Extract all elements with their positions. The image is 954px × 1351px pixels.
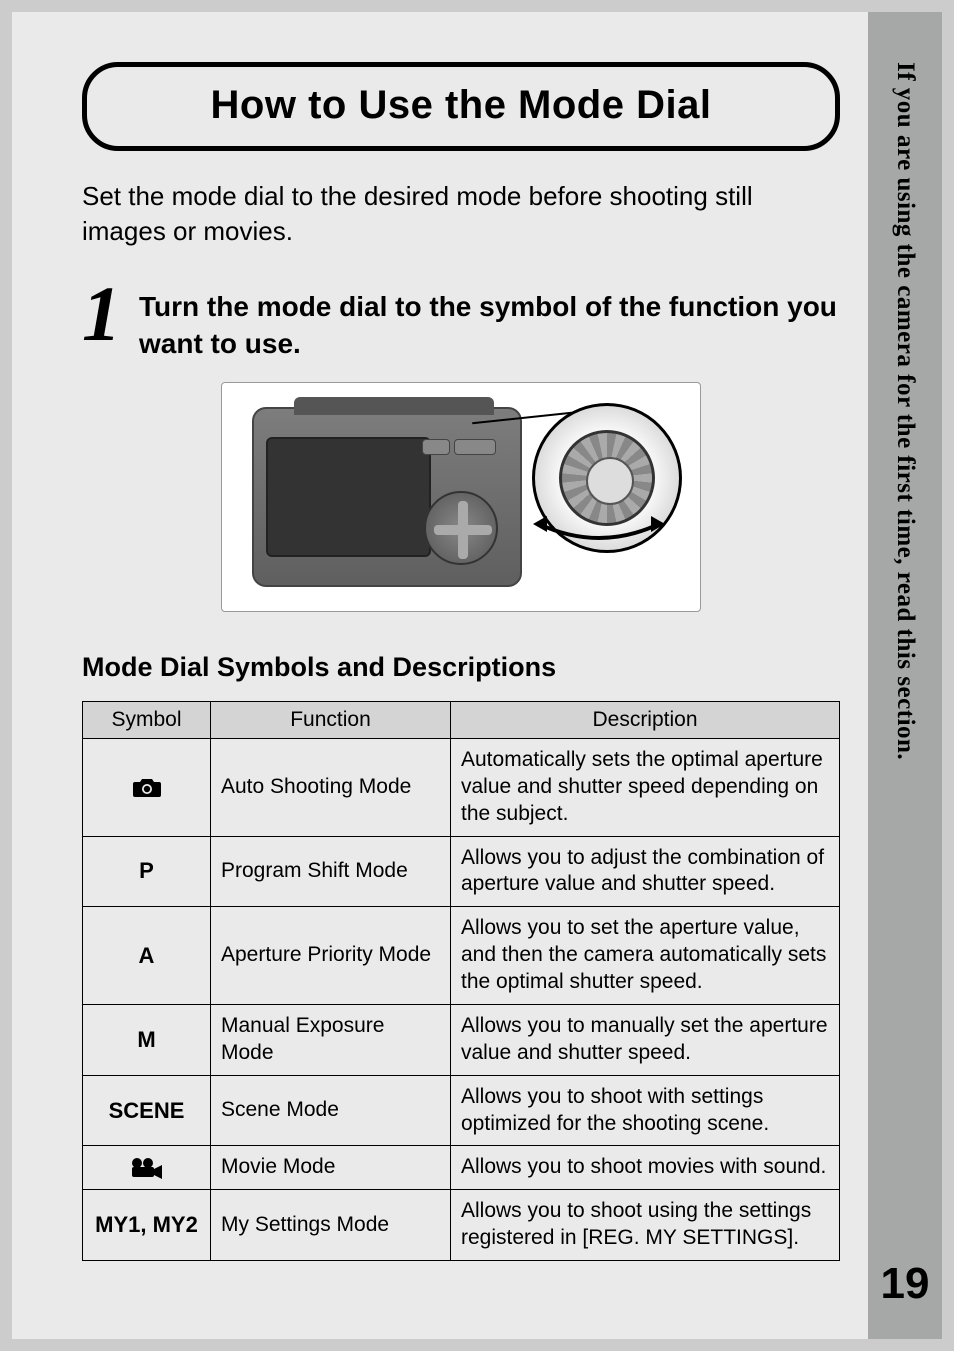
side-tab-label: If you are using the camera for the firs… (891, 62, 919, 760)
description-cell: Allows you to shoot movies with sound. (451, 1146, 840, 1190)
function-cell: Program Shift Mode (211, 836, 451, 907)
col-header-symbol: Symbol (83, 701, 211, 738)
symbol-cell: SCENE (83, 1075, 211, 1146)
description-cell: Automatically sets the optimal aperture … (451, 738, 840, 836)
symbol-cell: A (83, 907, 211, 1005)
description-cell: Allows you to shoot using the settings r… (451, 1190, 840, 1261)
table-row: PProgram Shift ModeAllows you to adjust … (83, 836, 840, 907)
function-cell: Scene Mode (211, 1075, 451, 1146)
table-row: MY1, MY2My Settings ModeAllows you to sh… (83, 1190, 840, 1261)
symbol-cell (83, 1146, 211, 1190)
function-cell: Manual Exposure Mode (211, 1004, 451, 1075)
symbol-cell: MY1, MY2 (83, 1190, 211, 1261)
symbol-cell: P (83, 836, 211, 907)
table-row: Movie ModeAllows you to shoot movies wit… (83, 1146, 840, 1190)
mode-dial-table: Symbol Function Description Auto Shootin… (82, 701, 840, 1261)
page-content: How to Use the Mode Dial Set the mode di… (12, 12, 868, 1339)
description-cell: Allows you to manually set the aperture … (451, 1004, 840, 1075)
camera-icon (93, 776, 200, 798)
symbol-cell: M (83, 1004, 211, 1075)
symbol-cell (83, 738, 211, 836)
function-cell: Movie Mode (211, 1146, 451, 1190)
col-header-description: Description (451, 701, 840, 738)
table-row: AAperture Priority ModeAllows you to set… (83, 907, 840, 1005)
rotate-arrows-icon (529, 504, 669, 544)
step-1: 1 Turn the mode dial to the symbol of th… (82, 279, 840, 362)
page-title: How to Use the Mode Dial (97, 83, 825, 128)
description-cell: Allows you to set the aperture value, an… (451, 907, 840, 1005)
side-tab: If you are using the camera for the firs… (868, 12, 942, 1339)
description-cell: Allows you to shoot with settings optimi… (451, 1075, 840, 1146)
table-row: MManual Exposure ModeAllows you to manua… (83, 1004, 840, 1075)
function-cell: Aperture Priority Mode (211, 907, 451, 1005)
mode-dial-callout (532, 403, 682, 553)
col-header-function: Function (211, 701, 451, 738)
function-cell: Auto Shooting Mode (211, 738, 451, 836)
table-row: SCENEScene ModeAllows you to shoot with … (83, 1075, 840, 1146)
step-instruction: Turn the mode dial to the symbol of the … (139, 279, 840, 362)
step-number: 1 (82, 283, 121, 345)
movie-camera-icon (93, 1157, 200, 1179)
table-row: Auto Shooting ModeAutomatically sets the… (83, 738, 840, 836)
description-cell: Allows you to adjust the combination of … (451, 836, 840, 907)
function-cell: My Settings Mode (211, 1190, 451, 1261)
table-heading: Mode Dial Symbols and Descriptions (82, 652, 840, 683)
page-title-pill: How to Use the Mode Dial (82, 62, 840, 151)
camera-illustration (221, 382, 701, 612)
intro-text: Set the mode dial to the desired mode be… (82, 179, 840, 249)
page-number: 19 (881, 1259, 930, 1309)
camera-body-shape (252, 407, 522, 587)
